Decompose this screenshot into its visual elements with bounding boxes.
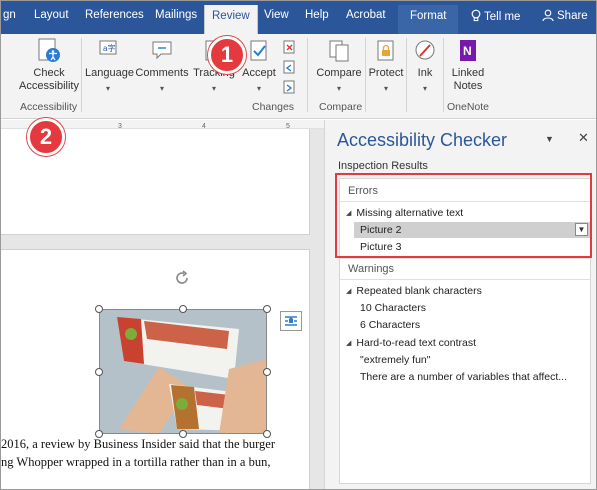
- svg-text:N: N: [463, 44, 472, 58]
- tab-view[interactable]: View: [264, 9, 289, 21]
- compare-icon: [326, 38, 352, 64]
- svg-text:a字: a字: [103, 43, 115, 53]
- language-button[interactable]: a字 Language ▾: [85, 38, 134, 95]
- previous-change-button[interactable]: [279, 60, 301, 78]
- picture-selection-border: [99, 309, 267, 434]
- ink-label: Ink: [417, 67, 433, 79]
- accept-label: Accept: [242, 67, 276, 79]
- group-separator: [81, 38, 82, 112]
- chevron-down-icon: ▾: [383, 84, 388, 93]
- next-icon: [283, 80, 295, 94]
- chevron-down-icon: ▾: [211, 84, 216, 93]
- onenote-icon: N: [455, 38, 481, 64]
- warning-category[interactable]: ◢ Repeated blank characters: [346, 285, 482, 297]
- warning-item[interactable]: 6 Characters: [360, 319, 420, 331]
- inspection-results-label: Inspection Results: [338, 160, 428, 172]
- tab-acrobat[interactable]: Acrobat: [346, 9, 386, 21]
- protect-button[interactable]: Protect ▾: [367, 38, 405, 95]
- accept-icon: [246, 38, 272, 64]
- warning-item[interactable]: There are a number of variables that aff…: [360, 371, 567, 383]
- share-button[interactable]: Share: [542, 9, 588, 22]
- word-window: gn Layout References Mailings Review Vie…: [0, 0, 597, 490]
- group-separator: [406, 38, 407, 112]
- tell-me-button[interactable]: Tell me: [471, 9, 520, 23]
- linked-notes-label: Linked Notes: [451, 67, 485, 92]
- tell-me-label: Tell me: [484, 11, 521, 23]
- language-label: Language: [85, 67, 134, 79]
- onenote-group-label: OneNote: [447, 101, 490, 113]
- warning-category[interactable]: ◢ Hard-to-read text contrast: [346, 337, 476, 349]
- reject-icon: [283, 40, 295, 54]
- tab-layout[interactable]: Layout: [34, 9, 69, 21]
- comments-label: Comments: [135, 67, 189, 79]
- pane-options-icon[interactable]: ▼: [545, 134, 554, 144]
- chevron-down-icon: ▾: [159, 84, 164, 93]
- layout-options-icon[interactable]: [280, 311, 302, 331]
- accessibility-group-label: Accessibility: [20, 101, 78, 113]
- chevron-down-icon: ▾: [256, 84, 261, 93]
- tab-format[interactable]: Format: [398, 5, 459, 34]
- resize-handle[interactable]: [263, 368, 271, 376]
- protect-label: Protect: [368, 67, 404, 79]
- collapse-triangle-icon: ◢: [346, 340, 352, 347]
- resize-handle[interactable]: [95, 305, 103, 313]
- check-accessibility-label: Check Accessibility: [19, 67, 79, 92]
- warning-item[interactable]: 10 Characters: [360, 302, 426, 314]
- linked-notes-button[interactable]: N Linked Notes: [445, 38, 491, 93]
- group-separator: [365, 38, 366, 112]
- language-icon: a字: [95, 38, 121, 64]
- warnings-header: Warnings: [348, 263, 395, 275]
- ink-button[interactable]: Ink ▾: [408, 38, 442, 95]
- tab-design[interactable]: gn: [3, 9, 16, 21]
- review-ribbon: Check Accessibility Accessibility a字 Lan…: [1, 34, 596, 119]
- divider: [340, 258, 590, 259]
- tab-mailings[interactable]: Mailings: [155, 9, 197, 21]
- step-badge: 2: [27, 118, 65, 156]
- ink-pen-icon: [412, 38, 438, 64]
- tab-references[interactable]: References: [85, 9, 144, 21]
- accept-button[interactable]: Accept ▾: [239, 38, 279, 95]
- warning-category-label: Hard-to-read text contrast: [356, 337, 477, 349]
- chevron-down-icon: ▾: [422, 84, 427, 93]
- tab-help[interactable]: Help: [305, 9, 329, 21]
- resize-handle[interactable]: [95, 368, 103, 376]
- check-accessibility-button[interactable]: Check Accessibility: [17, 38, 81, 93]
- resize-handle[interactable]: [179, 305, 187, 313]
- rotate-handle-icon[interactable]: [173, 269, 191, 290]
- step-badge: 1: [208, 36, 246, 74]
- share-label: Share: [557, 10, 588, 22]
- comment-icon: [149, 38, 175, 64]
- document-text-line: ng Whopper wrapped in a tortilla rather …: [1, 455, 271, 469]
- chevron-down-icon: ▾: [105, 84, 110, 93]
- group-separator: [307, 38, 308, 112]
- chevron-down-icon: ▾: [336, 84, 341, 93]
- lightbulb-icon: [471, 9, 481, 22]
- warning-category-label: Repeated blank characters: [356, 285, 482, 297]
- accessibility-icon: [36, 38, 62, 64]
- compare-group-label: Compare: [319, 101, 363, 113]
- lock-icon: [373, 38, 399, 64]
- resize-handle[interactable]: [263, 305, 271, 313]
- pane-title: Accessibility Checker: [337, 130, 508, 150]
- errors-highlight-box: [335, 173, 592, 258]
- document-text-line: 2016, a review by Business Insider said …: [1, 437, 276, 451]
- next-change-button[interactable]: [279, 80, 301, 98]
- compare-label: Compare: [316, 67, 362, 79]
- tab-review[interactable]: Review: [204, 5, 258, 35]
- close-icon[interactable]: ✕: [578, 130, 589, 146]
- warning-item[interactable]: "extremely fun": [360, 354, 430, 366]
- comments-button[interactable]: Comments ▾: [135, 38, 189, 95]
- divider: [340, 279, 590, 280]
- changes-group-label: Changes: [252, 101, 295, 113]
- previous-icon: [283, 60, 295, 74]
- reject-button[interactable]: [279, 40, 301, 58]
- ribbon-tab-bar: gn Layout References Mailings Review Vie…: [1, 1, 596, 35]
- collapse-triangle-icon: ◢: [346, 288, 352, 295]
- person-icon: [542, 9, 554, 21]
- compare-button[interactable]: Compare ▾: [313, 38, 365, 95]
- group-separator: [443, 38, 444, 112]
